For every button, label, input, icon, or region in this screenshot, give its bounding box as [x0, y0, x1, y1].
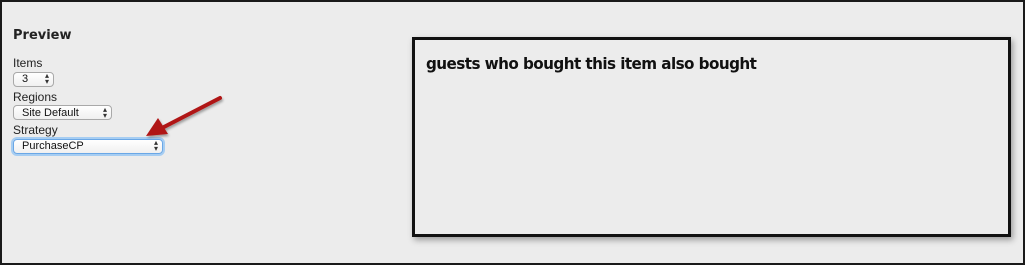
select-updown-icon: ▴ ▾ — [44, 71, 49, 86]
items-select-value: 3 — [22, 73, 29, 85]
strategy-select-value: PurchaseCP — [22, 140, 84, 152]
regions-select-value: Site Default — [22, 106, 79, 119]
strategy-select[interactable]: PurchaseCP ▴ ▾ — [13, 138, 163, 154]
annotation-arrow-icon — [146, 96, 222, 136]
recommendation-preview-widget: guests who bought this item also bought — [412, 37, 1011, 237]
items-select[interactable]: 3 ▴ ▾ — [13, 71, 54, 87]
select-updown-icon: ▴ ▾ — [102, 104, 107, 120]
widget-title: guests who bought this item also bought — [426, 54, 757, 73]
regions-select[interactable]: Site Default ▴ ▾ — [13, 105, 112, 120]
items-label: Items — [13, 56, 43, 70]
select-updown-icon: ▴ ▾ — [153, 138, 158, 153]
screenshot-frame: Preview Items 3 ▴ ▾ Regions Site Default … — [0, 0, 1025, 265]
preview-heading: Preview — [13, 28, 72, 43]
